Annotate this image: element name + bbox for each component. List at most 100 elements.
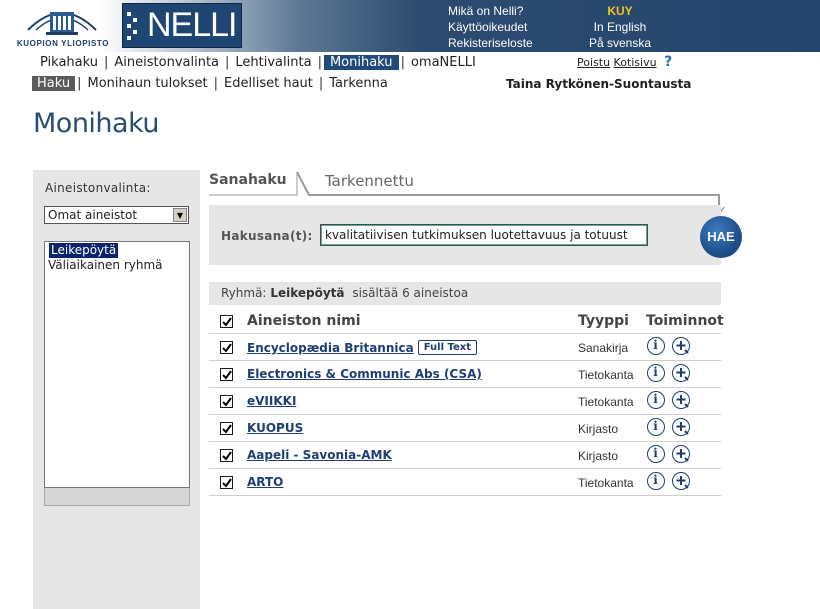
add-to-search-icon[interactable] xyxy=(672,445,691,463)
list-item[interactable]: Leikepöytä xyxy=(45,242,189,258)
info-icon[interactable]: i xyxy=(647,472,665,490)
nav-monihaku[interactable]: Monihaku xyxy=(323,55,399,70)
user-name: Taina Rytkönen-Suontausta xyxy=(506,77,692,91)
table-row: KUOPUS Kirjasto i xyxy=(209,415,721,442)
collection-type: Kirjasto xyxy=(578,449,619,463)
utility-links: Poistu Kotisivu ? xyxy=(577,55,672,69)
link-what-is-nelli[interactable]: Mikä on Nelli? xyxy=(448,3,533,19)
collection-name-link[interactable]: Electronics & Communic Abs (CSA) xyxy=(247,367,482,381)
link-privacy-statement[interactable]: Rekisteriseloste xyxy=(448,35,533,51)
university-logo[interactable]: KUOPION YLIOPISTO xyxy=(4,2,120,50)
header-language-links: KUY In English På svenska xyxy=(588,3,651,51)
header-bar: KUOPION YLIOPISTO NELLI Mikä on Nelli? K… xyxy=(0,0,820,52)
sidebar: Aineistonvalinta: Omat aineistot ▼ Leike… xyxy=(33,170,200,609)
university-emblem-icon xyxy=(27,12,97,35)
home-link[interactable]: Kotisivu xyxy=(614,56,657,69)
column-header-type: Tyyppi xyxy=(578,313,629,329)
info-icon[interactable]: i xyxy=(647,391,665,409)
collection-name-link[interactable]: KUOPUS xyxy=(247,421,303,435)
search-panel: Hakusana(t): xyxy=(209,205,721,265)
search-input[interactable] xyxy=(320,224,648,246)
group-summary: Ryhmä: Leikepöytä sisältää 6 aineistoa xyxy=(209,282,721,305)
add-to-search-icon[interactable] xyxy=(672,364,691,382)
check-icon xyxy=(222,451,232,461)
collection-name-link[interactable]: ARTO xyxy=(247,475,283,489)
collection-name-link[interactable]: eVIIKKI xyxy=(247,394,296,408)
nav-aineistonvalinta[interactable]: Aineistonvalinta xyxy=(110,55,223,70)
row-checkbox[interactable] xyxy=(220,476,233,489)
subnav-haku[interactable]: Haku xyxy=(32,76,76,91)
main-nav: Pikahaku | Aineistonvalinta | Lehtivalinta | M… xyxy=(36,55,480,72)
column-header-name: Aineiston nimi xyxy=(247,313,361,329)
check-icon xyxy=(222,424,232,434)
group-prefix: Ryhmä: xyxy=(221,286,267,300)
table-row: Electronics & Communic Abs (CSA) Tietoka… xyxy=(209,361,721,388)
check-icon xyxy=(222,397,232,407)
check-icon xyxy=(222,343,232,353)
collection-name-link[interactable]: Aapeli - Savonia-AMK xyxy=(247,448,392,462)
subnav-tarkenna[interactable]: Tarkenna xyxy=(325,76,392,91)
add-to-search-icon[interactable] xyxy=(672,391,691,409)
nelli-logo[interactable]: NELLI xyxy=(122,3,242,48)
row-checkbox[interactable] xyxy=(220,449,233,462)
check-icon xyxy=(222,317,232,327)
table-row: ARTO Tietokanta i xyxy=(209,469,721,496)
table-row: Encyclopædia Britannica Full Text Sanakir… xyxy=(209,334,721,361)
info-icon[interactable]: i xyxy=(647,445,665,463)
info-icon[interactable]: i xyxy=(647,418,665,436)
list-item[interactable]: Väliaikainen ryhmä xyxy=(45,258,189,273)
row-checkbox[interactable] xyxy=(220,341,233,354)
subnav-monihaun-tulokset[interactable]: Monihaun tulokset xyxy=(84,76,212,91)
university-name: KUOPION YLIOPISTO xyxy=(16,39,110,48)
page-title: Monihaku xyxy=(33,108,160,139)
select-all-checkbox[interactable] xyxy=(220,315,233,328)
row-checkbox[interactable] xyxy=(220,422,233,435)
collection-name-link[interactable]: Encyclopædia Britannica Full Text xyxy=(247,340,478,355)
link-access-rights[interactable]: Käyttöoikeudet xyxy=(448,19,533,35)
link-swedish[interactable]: På svenska xyxy=(574,35,666,51)
nav-omanelli[interactable]: omaNELLI xyxy=(407,55,480,70)
search-button[interactable]: HAE xyxy=(700,216,742,258)
collection-type: Sanakirja xyxy=(578,341,629,355)
row-checkbox[interactable] xyxy=(220,368,233,381)
dropdown-arrow-icon[interactable]: ▼ xyxy=(173,208,187,222)
collection-type: Tietokanta xyxy=(578,476,634,490)
nelli-wordmark: NELLI xyxy=(147,6,237,44)
table-header-row: Aineiston nimi Tyyppi Toiminnot xyxy=(209,308,724,334)
add-to-search-icon[interactable] xyxy=(672,472,691,490)
row-actions: i xyxy=(647,418,692,440)
group-name: Leikepöytä xyxy=(270,286,345,300)
add-to-search-icon[interactable] xyxy=(672,337,691,355)
info-icon[interactable]: i xyxy=(647,364,665,382)
table-row: eVIIKKI Tietokanta i xyxy=(209,388,721,415)
collection-list-footer xyxy=(44,488,190,506)
sub-nav: Haku | Monihaun tulokset | Edelliset haut | Ta… xyxy=(32,76,392,93)
collections-table: Aineiston nimi Tyyppi Toiminnot Encyclop… xyxy=(209,308,724,496)
info-icon[interactable]: i xyxy=(647,337,665,355)
nelli-dots-icon xyxy=(127,12,139,42)
collection-type: Kirjasto xyxy=(578,422,619,436)
search-label: Hakusana(t): xyxy=(221,229,313,243)
help-icon[interactable]: ? xyxy=(664,55,672,69)
collection-list[interactable]: Leikepöytä Väliaikainen ryhmä xyxy=(44,241,190,488)
logout-link[interactable]: Poistu xyxy=(577,56,610,69)
subnav-edelliset-haut[interactable]: Edelliset haut xyxy=(220,76,317,91)
sidebar-label: Aineistonvalinta: xyxy=(45,181,151,195)
table-row: Aapeli - Savonia-AMK Kirjasto i xyxy=(209,442,721,469)
add-to-search-icon[interactable] xyxy=(672,418,691,436)
column-header-actions: Toiminnot xyxy=(646,313,724,329)
row-checkbox[interactable] xyxy=(220,395,233,408)
row-actions: i xyxy=(647,364,692,386)
nav-lehtivalinta[interactable]: Lehtivalinta xyxy=(231,55,315,70)
link-english[interactable]: In English xyxy=(574,19,666,35)
org-code: KUY xyxy=(607,4,633,18)
collection-type: Tietokanta xyxy=(578,368,634,382)
check-icon xyxy=(222,370,232,380)
row-actions: i xyxy=(647,472,692,494)
row-actions: i xyxy=(647,445,692,467)
group-count: sisältää 6 aineistoa xyxy=(352,286,469,300)
collection-select[interactable]: Omat aineistot ▼ xyxy=(44,206,189,224)
row-actions: i xyxy=(647,337,692,359)
nav-pikahaku[interactable]: Pikahaku xyxy=(36,55,102,70)
full-text-badge[interactable]: Full Text xyxy=(417,340,478,355)
